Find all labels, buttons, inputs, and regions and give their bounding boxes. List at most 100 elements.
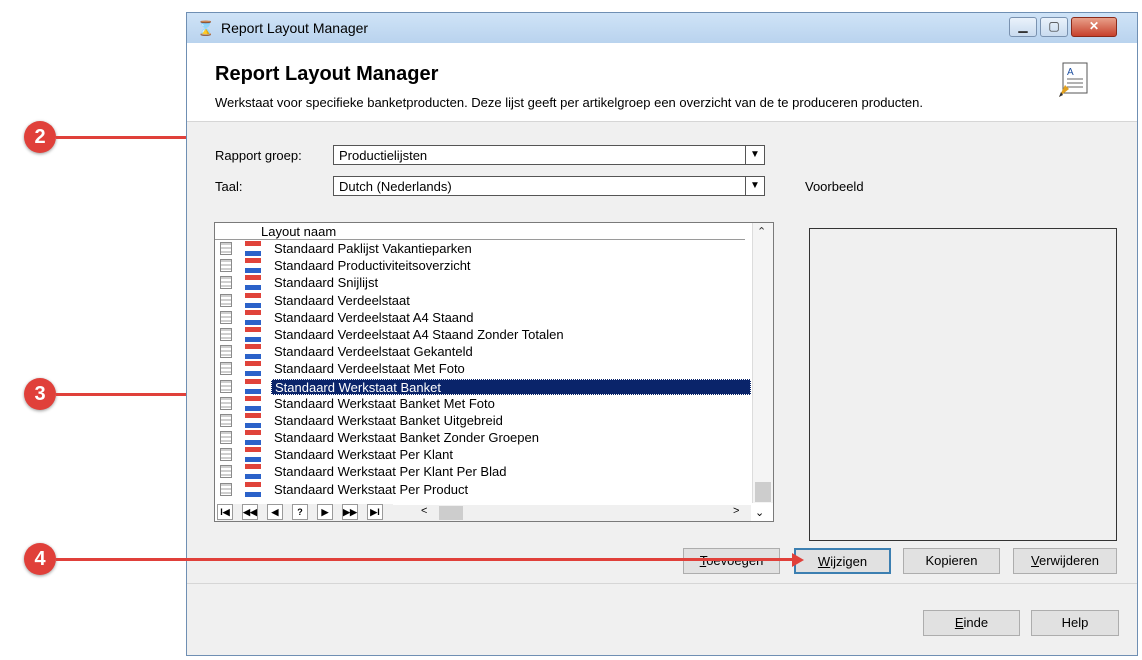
taal-value: Dutch (Nederlands) [339, 179, 452, 194]
dutch-flag-icon [245, 361, 261, 377]
table-row[interactable]: Standaard Verdeelstaat [215, 292, 745, 309]
next-record-button[interactable]: ▶ [317, 504, 333, 520]
table-row[interactable]: Standaard Werkstaat Banket Met Foto [215, 395, 745, 412]
last-record-button[interactable]: ▶I [367, 504, 383, 520]
report-row-icon [220, 259, 232, 273]
preview-panel [809, 228, 1117, 541]
layout-name: Standaard Verdeelstaat [274, 292, 410, 308]
layout-grid[interactable]: Layout naam Standaard Paklijst Vakantiep… [214, 222, 774, 522]
table-row[interactable]: Standaard Werkstaat Banket [215, 378, 751, 395]
dutch-flag-icon [245, 395, 261, 411]
dutch-flag-icon [245, 412, 261, 428]
layout-name: Standaard Paklijst Vakantieparken [274, 241, 472, 256]
chevron-down-icon[interactable]: ▼ [745, 177, 764, 195]
report-row-icon [220, 379, 232, 393]
help-label: Help [1061, 615, 1089, 630]
column-header[interactable]: Layout naam [215, 223, 745, 240]
report-row-icon [220, 293, 232, 307]
table-row[interactable]: Standaard Paklijst Vakantieparken [215, 240, 745, 257]
dutch-flag-icon [245, 447, 261, 463]
report-row-icon [220, 448, 232, 462]
prev-page-button[interactable]: ◀◀ [242, 504, 258, 520]
dutch-flag-icon [245, 344, 261, 360]
hscroll-thumb[interactable] [439, 506, 463, 520]
wijzigen-button[interactable]: Wijzigen [794, 548, 891, 574]
kopieren-label: Kopieren [925, 553, 978, 568]
verwijderen-button[interactable]: Verwijderen [1013, 548, 1117, 574]
report-row-icon [220, 482, 232, 496]
layout-name: Standaard Werkstaat Banket Zonder Groepe… [274, 430, 539, 446]
table-row[interactable]: Standaard Werkstaat Per Klant Per Blad [215, 463, 745, 480]
table-row[interactable]: Standaard Werkstaat Per Product [215, 481, 745, 498]
table-row[interactable]: Standaard Productiviteitsoverzicht [215, 257, 745, 274]
prev-record-button[interactable]: ◀ [267, 504, 283, 520]
layout-name: Standaard Productiviteitsoverzicht [274, 258, 471, 274]
dutch-flag-icon [245, 326, 261, 342]
dutch-flag-icon [245, 481, 261, 497]
layout-name: Standaard Verdeelstaat Met Foto [274, 361, 465, 377]
page-title: Report Layout Manager [215, 63, 439, 85]
first-record-button[interactable]: I◀ [217, 504, 233, 520]
layout-name: Standaard Werkstaat Banket Uitgebreid [274, 412, 503, 428]
toevoegen-button[interactable]: Toevoegen [683, 548, 780, 574]
table-row[interactable]: Standaard Verdeelstaat Met Foto [215, 360, 745, 377]
next-page-button[interactable]: ▶▶ [342, 504, 358, 520]
layout-name: Standaard Verdeelstaat A4 Staand [274, 309, 474, 325]
report-row-icon [220, 362, 232, 376]
layout-list: Standaard Paklijst Vakantieparken Standaa… [215, 240, 751, 498]
close-button[interactable]: ✕ [1071, 17, 1117, 37]
table-row[interactable]: Standaard Werkstaat Banket Zonder Groepe… [215, 429, 745, 446]
dutch-flag-icon [245, 309, 261, 325]
footer-divider [187, 583, 1137, 584]
report-row-icon [220, 310, 232, 324]
dutch-flag-icon [245, 292, 261, 308]
scroll-thumb[interactable] [755, 482, 771, 502]
layout-name: Standaard Verdeelstaat Gekanteld [274, 344, 473, 360]
voorbeeld-label: Voorbeeld [805, 179, 864, 194]
table-row[interactable]: Standaard Verdeelstaat A4 Staand Zonder … [215, 326, 745, 343]
scroll-up-icon[interactable]: ⌃ [757, 225, 766, 238]
callout-2-arrow [56, 136, 190, 139]
title-bar[interactable]: ⌛ Report Layout Manager ▁ ▢ ✕ [187, 13, 1137, 43]
table-row[interactable]: Standaard Verdeelstaat Gekanteld [215, 343, 745, 360]
maximize-button[interactable]: ▢ [1040, 17, 1068, 37]
help-record-button[interactable]: ? [292, 504, 308, 520]
header-panel: Report Layout Manager Werkstaat voor spe… [187, 43, 1137, 122]
vertical-scrollbar[interactable]: ⌃ [752, 223, 773, 503]
dutch-flag-icon [245, 258, 261, 274]
table-row[interactable]: Standaard Verdeelstaat A4 Staand [215, 309, 745, 326]
layout-name: Standaard Werkstaat Per Klant Per Blad [274, 464, 507, 480]
layout-name: Standaard Snijlijst [274, 275, 379, 291]
report-row-icon [220, 465, 232, 479]
scroll-right-icon[interactable]: > [733, 505, 739, 517]
column-header-label: Layout naam [261, 224, 337, 239]
rapport-groep-select[interactable]: Productielijsten ▼ [333, 145, 765, 165]
layout-name: Standaard Werkstaat Banket [271, 378, 751, 395]
help-button[interactable]: Help [1031, 610, 1119, 636]
wijzigen-accel: W [817, 554, 831, 569]
einde-button[interactable]: Einde [923, 610, 1020, 636]
report-row-icon [220, 345, 232, 359]
scroll-down-icon[interactable]: ⌄ [755, 506, 764, 519]
dutch-flag-icon [245, 241, 261, 256]
kopieren-button[interactable]: Kopieren [903, 548, 1000, 574]
minimize-button[interactable]: ▁ [1009, 17, 1037, 37]
callout-3: 3 [24, 378, 56, 410]
dutch-flag-icon [245, 378, 261, 394]
taal-select[interactable]: Dutch (Nederlands) ▼ [333, 176, 765, 196]
callout-4-arrowhead [792, 553, 804, 567]
table-row[interactable]: Standaard Werkstaat Banket Uitgebreid [215, 412, 745, 429]
report-row-icon [220, 327, 232, 341]
taal-label: Taal: [215, 179, 243, 194]
rapport-groep-label: Rapport groep: [215, 148, 302, 163]
rapport-groep-value: Productielijsten [339, 148, 428, 163]
scroll-left-icon[interactable]: < [421, 505, 427, 517]
table-row[interactable]: Standaard Snijlijst [215, 274, 745, 291]
table-row[interactable]: Standaard Werkstaat Per Klant [215, 446, 745, 463]
horizontal-scrollbar[interactable]: < > [393, 505, 751, 521]
callout-4-arrow [56, 558, 794, 561]
einde-accel: E [954, 615, 964, 630]
report-row-icon [220, 413, 232, 427]
chevron-down-icon[interactable]: ▼ [745, 146, 764, 164]
grid-navigator: I◀ ◀◀ ◀? ▶ ▶▶ ▶I [217, 504, 393, 521]
